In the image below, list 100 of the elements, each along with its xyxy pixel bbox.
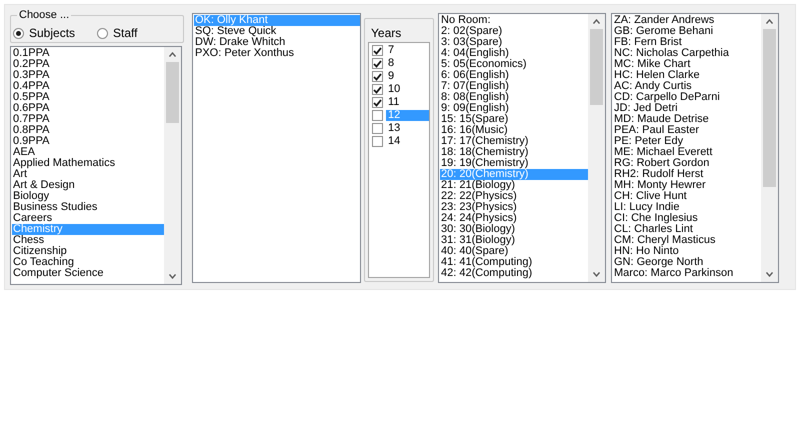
list-item[interactable]: CI: Che Inglesius — [613, 213, 761, 224]
list-item[interactable]: No Room: — [440, 15, 588, 26]
list-item[interactable]: 8 — [386, 58, 429, 69]
list-item[interactable]: 0.9PPA — [12, 136, 164, 147]
list-item[interactable]: 8: 08(English) — [440, 92, 588, 103]
list-item[interactable]: 30: 30(Biology) — [440, 224, 588, 235]
list-item[interactable]: ME: Michael Everett — [613, 147, 761, 158]
list-item[interactable]: Business Studies — [12, 202, 164, 213]
list-item[interactable]: 40: 40(Spare) — [440, 246, 588, 257]
list-item[interactable]: 17: 17(Chemistry) — [440, 136, 588, 147]
scroll-down-icon[interactable] — [169, 274, 176, 279]
list-item[interactable]: Co Teaching — [12, 257, 164, 268]
checkbox[interactable] — [372, 110, 383, 121]
radio-label: Subjects — [29, 27, 76, 40]
list-item[interactable]: 42: 42(Computing) — [440, 268, 588, 279]
list-item[interactable]: 13 — [386, 123, 429, 134]
list-item[interactable]: Chess — [12, 235, 164, 246]
list-item[interactable]: 0.8PPA — [12, 125, 164, 136]
list-item[interactable]: ZA: Zander Andrews — [613, 15, 761, 26]
list-item[interactable]: FB: Fern Brist — [613, 37, 761, 48]
scrollbar[interactable] — [164, 47, 181, 284]
scroll-down-icon[interactable] — [593, 272, 600, 277]
list-item[interactable]: 14 — [386, 136, 429, 147]
list-item[interactable]: 0.2PPA — [12, 59, 164, 70]
list-item[interactable]: MC: Mike Chart — [613, 59, 761, 70]
scroll-up-icon[interactable] — [766, 19, 773, 24]
list-item[interactable]: HN: Ho Ninto — [613, 246, 761, 257]
list-item[interactable]: 0.6PPA — [12, 103, 164, 114]
list-item[interactable]: 0.3PPA — [12, 70, 164, 81]
list-item[interactable]: 11 — [386, 97, 429, 108]
list-item[interactable]: CM: Cheryl Masticus — [613, 235, 761, 246]
list-item[interactable]: 15: 15(Spare) — [440, 114, 588, 125]
list-item[interactable]: RH2: Rudolf Herst — [613, 169, 761, 180]
list-item[interactable]: DW: Drake Whitch — [194, 37, 360, 48]
list-item[interactable]: PE: Peter Edy — [613, 136, 761, 147]
list-item[interactable]: 5: 05(Economics) — [440, 59, 588, 70]
scrollbar-thumb[interactable] — [590, 29, 603, 105]
list-item[interactable]: 23: 23(Physics) — [440, 202, 588, 213]
list-item[interactable]: JD: Jed Detri — [613, 103, 761, 114]
list-item[interactable]: HC: Helen Clarke — [613, 70, 761, 81]
checkbox[interactable] — [372, 45, 383, 56]
list-item[interactable]: GN: George North — [613, 257, 761, 268]
list-item[interactable]: 9 — [386, 71, 429, 82]
list-item[interactable]: 19: 19(Chemistry) — [440, 158, 588, 169]
list-item[interactable]: 0.4PPA — [12, 81, 164, 92]
scrollbar[interactable] — [761, 14, 778, 282]
list-item[interactable]: Applied Mathematics — [12, 158, 164, 169]
list-item[interactable]: NC: Nicholas Carpethia — [613, 48, 761, 59]
scroll-up-icon[interactable] — [593, 19, 600, 24]
list-item[interactable]: AEA — [12, 147, 164, 158]
scroll-down-icon[interactable] — [766, 272, 773, 277]
list-item[interactable]: CL: Charles Lint — [613, 224, 761, 235]
list-item[interactable]: Art — [12, 169, 164, 180]
scrollbar-thumb[interactable] — [763, 29, 776, 187]
list-item[interactable]: SQ: Steve Quick — [194, 26, 360, 37]
list-item[interactable]: 6: 06(English) — [440, 70, 588, 81]
list-item[interactable]: 3: 03(Spare) — [440, 37, 588, 48]
list-item[interactable]: 41: 41(Computing) — [440, 257, 588, 268]
list-item[interactable]: Art & Design — [12, 180, 164, 191]
list-item[interactable]: CH: Clive Hunt — [613, 191, 761, 202]
list-item[interactable]: 18: 18(Chemistry) — [440, 147, 588, 158]
list-item[interactable]: 7 — [386, 45, 429, 56]
scrollbar[interactable] — [588, 14, 605, 282]
checkbox[interactable] — [372, 136, 383, 147]
list-item[interactable]: Citizenship — [12, 246, 164, 257]
list-item[interactable]: 16: 16(Music) — [440, 125, 588, 136]
radio-button[interactable] — [13, 28, 24, 39]
list-item[interactable]: 10 — [386, 84, 429, 95]
list-item[interactable]: GB: Gerome Behani — [613, 26, 761, 37]
list-item[interactable]: 9: 09(English) — [440, 103, 588, 114]
list-item[interactable]: Computer Science — [12, 268, 164, 279]
checkbox[interactable] — [372, 123, 383, 134]
checkbox[interactable] — [372, 84, 383, 95]
list-item[interactable]: PEA: Paul Easter — [613, 125, 761, 136]
list-item[interactable]: 24: 24(Physics) — [440, 213, 588, 224]
list-item[interactable]: MH: Monty Hewrer — [613, 180, 761, 191]
list-item[interactable]: PXO: Peter Xonthus — [194, 48, 360, 59]
list-item[interactable]: 0.1PPA — [12, 48, 164, 59]
radio-button[interactable] — [97, 28, 108, 39]
list-item[interactable]: 2: 02(Spare) — [440, 26, 588, 37]
scroll-up-icon[interactable] — [169, 52, 176, 57]
list-item[interactable]: 31: 31(Biology) — [440, 235, 588, 246]
list-item[interactable]: CD: Carpello DeParni — [613, 92, 761, 103]
list-item[interactable]: Biology — [12, 191, 164, 202]
list-item[interactable]: Careers — [12, 213, 164, 224]
list-item[interactable]: Marco: Marco Parkinson — [613, 268, 761, 279]
checkbox[interactable] — [372, 58, 383, 69]
list-item[interactable]: 7: 07(English) — [440, 81, 588, 92]
list-item[interactable]: RG: Robert Gordon — [613, 158, 761, 169]
list-item[interactable]: 4: 04(English) — [440, 48, 588, 59]
list-item[interactable]: 22: 22(Physics) — [440, 191, 588, 202]
list-item[interactable]: 0.5PPA — [12, 92, 164, 103]
list-item[interactable]: 21: 21(Biology) — [440, 180, 588, 191]
list-item[interactable]: AC: Andy Curtis — [613, 81, 761, 92]
list-item[interactable]: 0.7PPA — [12, 114, 164, 125]
list-item[interactable]: MD: Maude Detrise — [613, 114, 761, 125]
checkbox[interactable] — [372, 97, 383, 108]
scrollbar-thumb[interactable] — [166, 62, 179, 123]
list-item[interactable]: LI: Lucy Indie — [613, 202, 761, 213]
checkbox[interactable] — [372, 71, 383, 82]
